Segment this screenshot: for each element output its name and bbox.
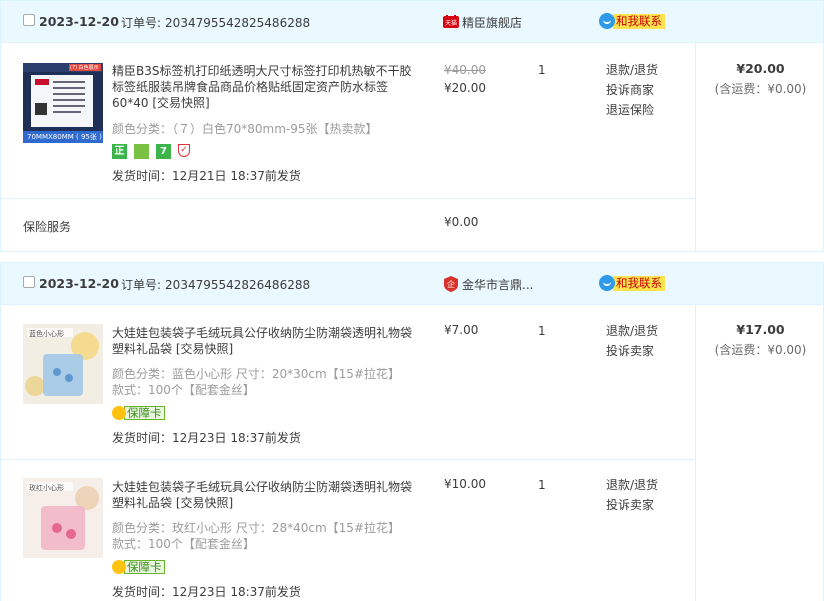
flower-icon — [112, 559, 126, 574]
quantity: 1 — [538, 478, 546, 492]
guarantee-card[interactable]: 保障卡 — [112, 559, 165, 575]
return-insurance-link[interactable]: 退运保险 — [606, 100, 658, 120]
product-spec: 颜色分类：玫红小心形 尺寸：28*40cm【15#拉花】 — [112, 521, 400, 535]
wangwang-icon — [599, 13, 615, 29]
thumbnail-caption: 玫红小心形 — [29, 484, 64, 492]
order-number: 订单号: 2034795542825486288 — [121, 14, 310, 31]
shop-name: 精臣旗舰店 — [462, 16, 523, 30]
service-badges: 正 7 ✓ — [112, 144, 197, 160]
item-operations: 退款/退货 投诉卖家 — [606, 321, 658, 361]
quantity: 1 — [538, 63, 546, 77]
price-cell: ¥40.00 ¥20.00 — [444, 63, 486, 95]
seven-day-return-icon[interactable]: 7 — [156, 144, 171, 159]
complain-link[interactable]: 投诉商家 — [606, 80, 658, 100]
product-title-text: 大娃娃包装袋子毛绒玩具公仔收纳防尘防潮袋透明礼物袋塑料礼品袋 — [112, 480, 413, 510]
contact-seller-button[interactable]: 和我联系 — [599, 275, 665, 293]
insurance-label: 保险服务 — [23, 220, 72, 234]
product-spec: 颜色分类：蓝色小心形 尺寸：20*30cm【15#拉花】 — [112, 367, 400, 381]
order-number-value: 2034795542825486288 — [165, 16, 311, 30]
contact-label: 和我联系 — [613, 275, 665, 291]
product-title[interactable]: 大娃娃包装袋子毛绒玩具公仔收纳防尘防潮袋透明礼物袋塑料礼品袋 [交易快照] — [112, 325, 412, 357]
freight-note: (含运费：¥0.00) — [714, 343, 807, 357]
product-thumbnail[interactable]: 70MMX80MM ( 95张 ) (7) 白色展示 — [23, 63, 103, 143]
guarantee-card-label: 保障卡 — [124, 559, 165, 574]
ship-time: 发货时间：12月23日 18:37前发货 — [112, 585, 301, 599]
flower-icon — [112, 405, 126, 420]
wangwang-icon — [599, 275, 615, 291]
order-checkbox[interactable] — [23, 14, 35, 26]
package-icon[interactable] — [134, 144, 149, 159]
order-date: 2023-12-20 — [39, 276, 119, 291]
shield-icon[interactable]: ✓ — [178, 144, 190, 157]
order-total: ¥17.00 (含运费：¥0.00) — [697, 322, 824, 358]
item-operations: 退款/退货 投诉卖家 — [606, 475, 658, 515]
price-cell: ¥10.00 — [444, 477, 486, 491]
contact-label: 和我联系 — [613, 13, 665, 29]
snapshot-link[interactable]: [交易快照] — [152, 96, 209, 110]
refund-link[interactable]: 退款/退货 — [606, 475, 658, 495]
column-divider — [695, 43, 696, 251]
refund-link[interactable]: 退款/退货 — [606, 321, 658, 341]
order-checkbox[interactable] — [23, 276, 35, 288]
row-divider — [1, 459, 696, 460]
order-total: ¥20.00 (含运费：¥0.00) — [697, 61, 824, 97]
column-divider — [695, 305, 696, 601]
product-spec: 颜色分类：（７）白色70*80mm-95张【热卖款】 — [112, 122, 378, 136]
contact-seller-button[interactable]: 和我联系 — [599, 13, 665, 31]
quantity: 1 — [538, 324, 546, 338]
shop-name: 金华市言鼎... — [462, 278, 534, 292]
product-style: 款式：100个【配套金丝】 — [112, 383, 255, 397]
snapshot-link[interactable]: [交易快照] — [176, 342, 233, 356]
order-card: 2023-12-20 订单号: 2034795542826486288 企金华市言… — [0, 262, 824, 601]
total-amount: ¥20.00 — [736, 61, 785, 76]
item-operations: 退款/退货 投诉商家 退运保险 — [606, 60, 658, 120]
product-title-text: 大娃娃包装袋子毛绒玩具公仔收纳防尘防潮袋透明礼物袋塑料礼品袋 — [112, 326, 413, 356]
insurance-amount: ¥0.00 — [444, 215, 479, 229]
original-price: ¥40.00 — [444, 63, 486, 77]
ship-time: 发货时间：12月23日 18:37前发货 — [112, 431, 301, 445]
tmall-icon: 天猫 — [443, 15, 459, 28]
order-number-label: 订单号: — [121, 16, 162, 30]
actual-price: ¥7.00 — [444, 323, 479, 337]
complain-link[interactable]: 投诉卖家 — [606, 341, 658, 361]
complain-link[interactable]: 投诉卖家 — [606, 495, 658, 515]
guarantee-card-label: 保障卡 — [124, 405, 165, 420]
thumbnail-corner-tag: (7) 白色展示 — [70, 65, 99, 71]
order-date: 2023-12-20 — [39, 14, 119, 29]
snapshot-link[interactable]: [交易快照] — [176, 496, 233, 510]
ship-time: 发货时间：12月21日 18:37前发货 — [112, 169, 301, 183]
product-thumbnail[interactable]: 蓝色小心形 — [23, 324, 103, 404]
order-number: 订单号: 2034795542826486288 — [121, 276, 310, 293]
svg-text:企: 企 — [447, 279, 455, 289]
label-printer-paper-image — [23, 63, 103, 143]
shop-link[interactable]: 企金华市言鼎... — [443, 276, 533, 293]
actual-price: ¥20.00 — [444, 81, 486, 95]
shop-badge-icon: 企 — [444, 276, 458, 292]
price-cell: ¥7.00 — [444, 323, 478, 337]
row-divider — [1, 198, 696, 199]
order-number-value: 2034795542826486288 — [165, 278, 311, 292]
order-header: 2023-12-20 订单号: 2034795542826486288 企金华市言… — [1, 263, 823, 305]
actual-price: ¥10.00 — [444, 477, 486, 491]
refund-link[interactable]: 退款/退货 — [606, 60, 658, 80]
product-thumbnail[interactable]: 玫红小心形 — [23, 478, 103, 558]
thumbnail-caption: 蓝色小心形 — [29, 330, 64, 338]
total-amount: ¥17.00 — [736, 322, 785, 337]
order-header: 2023-12-20 订单号: 2034795542825486288 天猫 精臣旗… — [1, 1, 823, 43]
product-title[interactable]: 精臣B3S标签机打印纸透明大尺寸标签打印机热敏不干胶标签纸服装吊牌食品商品价格贴… — [112, 63, 412, 111]
order-number-label: 订单号: — [121, 278, 162, 292]
product-style: 款式：100个【配套金丝】 — [112, 537, 255, 551]
thumbnail-caption: 70MMX80MM ( 95张 ) — [27, 133, 102, 141]
guarantee-card[interactable]: 保障卡 — [112, 405, 165, 421]
order-card: 2023-12-20 订单号: 2034795542825486288 天猫 精臣旗… — [0, 0, 824, 252]
shop-link[interactable]: 天猫 精臣旗舰店 — [443, 14, 522, 31]
authentic-icon[interactable]: 正 — [112, 144, 127, 159]
freight-note: (含运费：¥0.00) — [714, 82, 807, 96]
product-title[interactable]: 大娃娃包装袋子毛绒玩具公仔收纳防尘防潮袋透明礼物袋塑料礼品袋 [交易快照] — [112, 479, 412, 511]
svg-text:天猫: 天猫 — [445, 19, 457, 27]
